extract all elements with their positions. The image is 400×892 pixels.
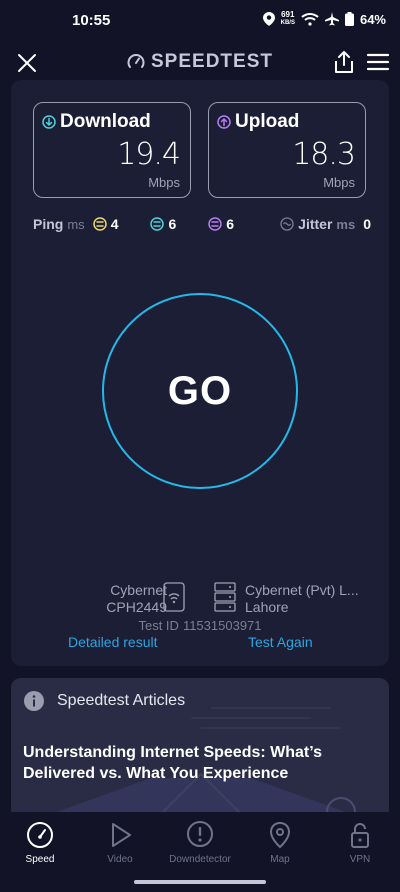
- play-icon: [112, 823, 131, 847]
- menu-icon[interactable]: [366, 51, 390, 73]
- ping-row: Ping ms 4 6 6 Jitter ms 0: [33, 214, 371, 234]
- ping-download-icon: [150, 217, 165, 231]
- ping-download: 6: [150, 216, 176, 232]
- server-info[interactable]: Cybernet (Pvt) L... Lahore: [245, 582, 385, 616]
- map-pin-icon: [269, 821, 291, 849]
- download-unit: Mbps: [148, 175, 180, 190]
- jitter-icon: [280, 217, 294, 231]
- speedometer-logo-icon: [127, 54, 145, 68]
- app-header: SPEEDTEST: [0, 44, 400, 82]
- info-icon: [24, 691, 44, 711]
- battery-level: 64%: [359, 11, 386, 27]
- upload-label: Upload: [235, 111, 300, 132]
- download-arrow-icon: [42, 115, 56, 129]
- wifi-icon: [301, 13, 319, 26]
- nav-vpn-label: VPN: [349, 854, 371, 865]
- download-label: Download: [60, 111, 151, 132]
- network-speed: 691 KB/S: [281, 11, 295, 27]
- test-id-value: 11531503971: [182, 618, 262, 633]
- ping-idle-value: 4: [110, 216, 119, 232]
- upload-title: Upload: [217, 111, 299, 133]
- articles-card[interactable]: Speedtest Articles Understanding Interne…: [11, 678, 389, 814]
- jitter-unit: ms: [336, 216, 356, 232]
- detailed-result-link[interactable]: Detailed result: [68, 634, 158, 650]
- server-name: Cybernet (Pvt) L...: [245, 582, 359, 598]
- nav-map[interactable]: Map: [244, 820, 316, 865]
- status-bar: 10:55 691 KB/S 64%: [0, 0, 400, 44]
- ping-upload: 6: [208, 216, 234, 232]
- upload-value: 18.3: [292, 137, 356, 172]
- ping-upload-icon: [208, 217, 223, 231]
- speedometer-icon: [27, 822, 53, 848]
- article-headline[interactable]: Understanding Internet Speeds: What’s De…: [23, 742, 373, 784]
- ping-label: Ping: [33, 216, 64, 232]
- server-icon: [214, 582, 236, 612]
- upload-arrow-icon: [217, 115, 231, 129]
- ping-idle: 4: [92, 216, 119, 232]
- ping-idle-icon: [92, 217, 107, 231]
- upload-unit: Mbps: [323, 175, 355, 190]
- status-icons: 691 KB/S 64%: [262, 11, 386, 27]
- jitter-value: 0: [363, 216, 371, 232]
- jitter: Jitter ms 0: [280, 216, 371, 232]
- lock-icon: [351, 823, 369, 848]
- isp-name: Cybernet: [110, 582, 167, 598]
- nav-downdetector[interactable]: Downdetector: [164, 820, 236, 865]
- connection-info: Cybernet CPH2449 Cybernet (Pvt) L... Lah…: [11, 580, 389, 620]
- status-time: 10:55: [72, 12, 111, 29]
- share-icon[interactable]: [332, 49, 356, 75]
- network-speed-value: 691: [281, 10, 295, 19]
- articles-header: Speedtest Articles: [23, 690, 185, 712]
- location-icon: [262, 12, 275, 26]
- brand-name: SPEEDTEST: [151, 51, 273, 72]
- server-location: Lahore: [245, 599, 289, 615]
- device-name: CPH2449: [106, 599, 167, 615]
- articles-title: Speedtest Articles: [57, 692, 186, 709]
- nav-downdetector-label: Downdetector: [169, 854, 231, 865]
- test-again-link[interactable]: Test Again: [248, 634, 313, 650]
- ping-unit: ms: [67, 216, 85, 232]
- nav-vpn[interactable]: VPN: [324, 820, 396, 865]
- nav-map-label: Map: [270, 854, 290, 865]
- phone-wifi-icon: [163, 582, 185, 612]
- test-id-label: Test ID: [138, 618, 179, 633]
- battery-icon: [344, 12, 354, 26]
- download-box: Download 19.4 Mbps: [33, 102, 191, 198]
- nav-speed-label: Speed: [25, 854, 55, 865]
- network-speed-unit: KB/S: [280, 20, 295, 26]
- download-value: 19.4: [117, 137, 181, 172]
- upload-box: Upload 18.3 Mbps: [208, 102, 366, 198]
- test-id: Test ID 11531503971: [11, 618, 389, 633]
- ping-upload-value: 6: [226, 216, 235, 232]
- airplane-icon: [324, 12, 339, 26]
- jitter-label: Jitter: [298, 216, 333, 232]
- result-card: Download 19.4 Mbps Upload 18.3 Mbps Ping…: [11, 80, 389, 666]
- download-title: Download: [42, 111, 151, 133]
- go-label: GO: [167, 368, 233, 413]
- nav-video[interactable]: Video: [84, 820, 156, 865]
- alert-icon: [187, 821, 213, 847]
- ping-download-value: 6: [168, 216, 177, 232]
- gesture-bar: [134, 880, 266, 884]
- isp-info: Cybernet CPH2449: [106, 582, 167, 616]
- nav-speed[interactable]: Speed: [4, 820, 76, 865]
- go-button[interactable]: GO: [102, 293, 298, 489]
- nav-video-label: Video: [107, 854, 133, 865]
